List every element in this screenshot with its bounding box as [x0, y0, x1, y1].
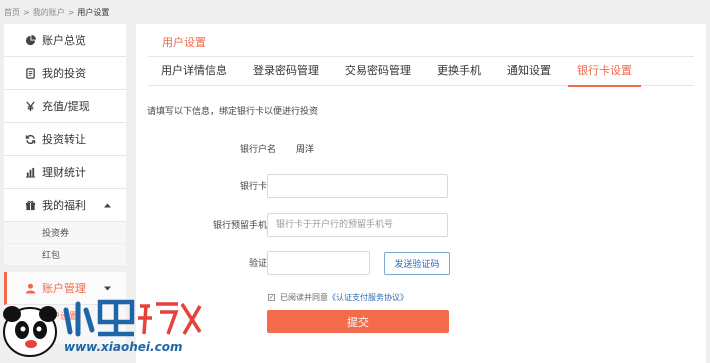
sidebar-item-label: 充值/提现	[42, 100, 90, 113]
account-name-label: 银行户名	[239, 145, 276, 155]
sidebar-item-deposit-withdraw[interactable]: 充值/提现	[4, 90, 126, 123]
settings-panel: 用户设置 用户详情信息 登录密码管理 交易密码管理 更换手机 通知设置 银行卡设…	[136, 24, 706, 363]
bar-chart-icon	[24, 166, 36, 178]
sidebar-item-label: 投资转让	[42, 133, 86, 146]
breadcrumb-account[interactable]: 我的账户	[33, 7, 65, 18]
gift-icon	[24, 199, 36, 211]
page-title: 用户设置	[162, 36, 206, 49]
account-name-row: 银行户名 周洋	[136, 137, 706, 161]
sidebar-item-investments[interactable]: 我的投资	[4, 57, 126, 90]
tab-notifications[interactable]: 通知设置	[494, 60, 564, 86]
sidebar-item-label: 我的福利	[42, 199, 86, 212]
breadcrumb-home[interactable]: 首页	[4, 7, 20, 18]
watermark-logo: www.xiaohei.com	[0, 292, 205, 363]
form-intro: 请填写以下信息，绑定银行卡以便进行投资	[147, 107, 319, 117]
tab-bank-card[interactable]: 银行卡设置	[564, 60, 645, 87]
chevron-up-icon	[103, 201, 112, 210]
tab-login-password[interactable]: 登录密码管理	[240, 60, 332, 86]
sidebar-item-welfare[interactable]: 我的福利	[4, 189, 126, 222]
tab-trade-password[interactable]: 交易密码管理	[332, 60, 424, 86]
submit-button[interactable]: 提交	[267, 310, 449, 333]
sidebar-item-statistics[interactable]: 理财统计	[4, 156, 126, 189]
document-icon	[24, 67, 36, 79]
card-number-input[interactable]	[267, 174, 448, 198]
sidebar-subitem-coupons[interactable]: 投资券	[4, 222, 126, 244]
sidebar-item-transfer[interactable]: 投资转让	[4, 123, 126, 156]
sidebar-subitem-red-packet[interactable]: 红包	[4, 244, 126, 266]
tab-user-details[interactable]: 用户详情信息	[148, 60, 240, 86]
tab-change-phone[interactable]: 更换手机	[424, 60, 494, 86]
breadcrumb-separator: >	[67, 7, 75, 17]
sidebar-item-label: 我的投资	[42, 67, 86, 80]
verification-code-row: 验证码 发送验证码	[136, 251, 706, 275]
breadcrumb-separator: >	[23, 7, 30, 17]
sidebar-item-label: 账户总览	[42, 34, 86, 47]
account-name-value: 周洋	[296, 145, 315, 155]
verification-code-input[interactable]	[267, 251, 370, 275]
watermark-url: www.xiaohei.com	[64, 340, 183, 354]
yen-icon	[24, 100, 36, 112]
reserved-phone-input[interactable]	[267, 213, 448, 237]
pie-chart-icon	[24, 34, 36, 46]
reserved-phone-row: 银行预留手机号	[136, 213, 706, 237]
agreement-checkbox[interactable]: ✓	[268, 294, 275, 301]
agreement-link[interactable]: 《认证支付服务协议》	[328, 292, 408, 303]
settings-tabs: 用户详情信息 登录密码管理 交易密码管理 更换手机 通知设置 银行卡设置	[148, 60, 694, 87]
agreement-text: 已阅读并同意	[280, 293, 328, 302]
breadcrumb: 首页 > 我的账户 > 用户设置	[4, 4, 109, 20]
card-number-row: 银行卡号	[136, 174, 706, 198]
breadcrumb-current: 用户设置	[77, 7, 110, 17]
sidebar-item-overview[interactable]: 账户总览	[4, 24, 126, 57]
agreement: ✓ 已阅读并同意 《认证支付服务协议》	[268, 292, 408, 303]
divider	[148, 56, 694, 57]
sidebar-item-label: 理财统计	[42, 166, 86, 179]
refresh-icon	[24, 133, 36, 145]
send-code-button[interactable]: 发送验证码	[384, 252, 450, 275]
